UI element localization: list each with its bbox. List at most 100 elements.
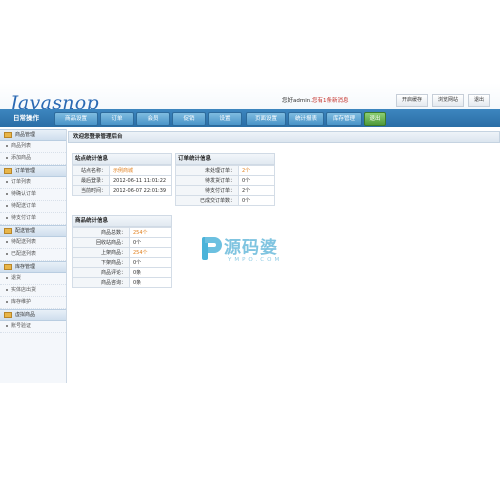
enable-cache-button[interactable]: 开启缓存 (396, 94, 429, 107)
folder-icon (4, 228, 12, 234)
bullet-icon (6, 216, 8, 219)
bullet-icon (6, 324, 8, 327)
table-row: 回收站商品： 0个 (72, 237, 172, 248)
sidebar: 商品管理 商品列表 添加商品 订单管理 订单列表 待确认订单 待配送订单 待支付… (0, 129, 67, 383)
table-row: 最后登录： 2012-06-11 11:01:22 (72, 175, 172, 186)
sidebar-item-label: 待支付订单 (11, 215, 37, 221)
sidebar-item-returns[interactable]: 退货 (0, 273, 66, 285)
sidebar-item-pending-payment[interactable]: 待支付订单 (0, 213, 66, 225)
order-stats-title: 订单统计信息 (175, 153, 275, 165)
table-row: 商品咨询： 0条 (72, 277, 172, 288)
watermark-logo-icon (202, 237, 222, 260)
table-row: 下架商品： 0个 (72, 257, 172, 268)
sidebar-item-label: 退货 (11, 275, 22, 281)
bullet-icon (6, 204, 8, 207)
sidebar-group-label: 商品管理 (15, 132, 36, 138)
last-login-value: 2012-06-11 11:01:22 (109, 175, 172, 186)
sidebar-item-delivered[interactable]: 已配送列表 (0, 249, 66, 261)
order-stats-panel: 订单统计信息 未处理订单： 2个 待发货订单： 0个 待支付订单： 2个 已成交订单数… (175, 153, 275, 206)
table-row: 站点名称： 示例商城 (72, 165, 172, 176)
order-stats-table: 未处理订单： 2个 待发货订单： 0个 待支付订单： 2个 已成交订单数： 0个 (175, 165, 275, 206)
nav-home[interactable]: 日常操作 (0, 109, 52, 127)
user-status: 您好admin.您有1条新消息 (282, 96, 349, 104)
on-shelf-value: 254个 (129, 247, 172, 258)
bullet-icon (6, 300, 8, 303)
unprocessed-orders-value: 2个 (238, 165, 275, 176)
main-nav: 日常操作 商品设置 订单 会员 促销 设置 页面设置 统计报表 库存管理 退出 (0, 109, 500, 127)
sidebar-item-label: 账号验证 (11, 323, 32, 329)
sidebar-item-add-goods[interactable]: 添加商品 (0, 153, 66, 165)
tab-exit[interactable]: 退出 (364, 112, 386, 126)
folder-icon (4, 132, 12, 138)
sidebar-item-order-list[interactable]: 订单列表 (0, 177, 66, 189)
row-label: 已成交订单数： (175, 195, 239, 206)
browse-site-button[interactable]: 浏览网站 (432, 94, 465, 107)
sidebar-item-label: 已配送列表 (11, 251, 37, 257)
sidebar-group-orders[interactable]: 订单管理 (0, 165, 66, 177)
bullet-icon (6, 288, 8, 291)
sidebar-item-goods-list[interactable]: 商品列表 (0, 141, 66, 153)
bullet-icon (6, 180, 8, 183)
table-row: 上架商品： 254个 (72, 247, 172, 258)
sidebar-item-pending-delivery[interactable]: 待配送订单 (0, 201, 66, 213)
sidebar-group-label: 订单管理 (15, 168, 36, 174)
tab-orders[interactable]: 订单 (100, 112, 134, 126)
top-button-group: 开启缓存 浏览网站 退出 (396, 94, 491, 107)
total-goods-value: 254个 (129, 227, 172, 238)
sidebar-item-stock-maintenance[interactable]: 库存维护 (0, 297, 66, 309)
sidebar-group-delivery[interactable]: 配送管理 (0, 225, 66, 237)
sidebar-group-virtual-goods[interactable]: 虚拟商品 (0, 309, 66, 321)
logout-button[interactable]: 退出 (468, 94, 491, 107)
tab-statistics[interactable]: 统计报表 (288, 112, 324, 126)
sidebar-group-label: 虚拟商品 (15, 312, 36, 318)
sidebar-item-label: 库存维护 (11, 299, 32, 305)
sidebar-item-to-deliver[interactable]: 待配送列表 (0, 237, 66, 249)
row-label: 未处理订单： (175, 165, 239, 176)
header: Javasnop 您好admin.您有1条新消息 开启缓存 浏览网站 退出 日常… (0, 83, 500, 127)
bullet-icon (6, 192, 8, 195)
goods-stats-title: 商品统计信息 (72, 215, 172, 227)
new-messages-link[interactable]: 您有1条新消息 (312, 98, 349, 104)
row-label: 当前时间： (72, 185, 110, 196)
goods-stats-panel: 商品统计信息 商品总数： 254个 回收站商品： 0个 上架商品： 254个 下架商品… (72, 215, 172, 288)
table-row: 商品总数： 254个 (72, 227, 172, 238)
sidebar-item-store-shipment[interactable]: 实体店出货 (0, 285, 66, 297)
table-row: 已成交订单数： 0个 (175, 195, 275, 206)
tab-settings[interactable]: 设置 (208, 112, 242, 126)
sidebar-group-label: 库存管理 (15, 264, 36, 270)
row-label: 下架商品： (72, 257, 130, 268)
sidebar-item-pending-confirm[interactable]: 待确认订单 (0, 189, 66, 201)
sidebar-item-label: 待配送列表 (11, 239, 37, 245)
sidebar-group-inventory[interactable]: 库存管理 (0, 261, 66, 273)
current-time-value: 2012-06-07 22:01:39 (109, 185, 172, 196)
tab-promotions[interactable]: 促销 (172, 112, 206, 126)
watermark-subtitle: YMPO.COM (228, 257, 283, 263)
bullet-icon (6, 276, 8, 279)
tab-members[interactable]: 会员 (136, 112, 170, 126)
sidebar-item-label: 商品列表 (11, 143, 32, 149)
folder-icon (4, 264, 12, 270)
row-label: 回收站商品： (72, 237, 130, 248)
watermark-title: 源码婆 (224, 238, 278, 258)
row-label: 待支付订单： (175, 185, 239, 196)
tab-page-settings[interactable]: 页面设置 (246, 112, 286, 126)
table-row: 商品评论： 0条 (72, 267, 172, 278)
sidebar-item-account-verify[interactable]: 账号验证 (0, 321, 66, 333)
row-label: 商品总数： (72, 227, 130, 238)
tab-inventory[interactable]: 库存管理 (326, 112, 362, 126)
table-row: 未处理订单： 2个 (175, 165, 275, 176)
bullet-icon (6, 144, 8, 147)
username: admin (293, 98, 311, 104)
sidebar-item-label: 添加商品 (11, 155, 32, 161)
recycle-bin-value: 0个 (129, 237, 172, 248)
reviews-value: 0条 (129, 267, 172, 278)
pending-payment-value: 2个 (238, 185, 275, 196)
row-label: 最后登录： (72, 175, 110, 186)
sidebar-item-label: 待配送订单 (11, 203, 37, 209)
inquiries-value: 0条 (129, 277, 172, 288)
bullet-icon (6, 156, 8, 159)
goods-stats-table: 商品总数： 254个 回收站商品： 0个 上架商品： 254个 下架商品： 0个 商品评… (72, 227, 172, 288)
greeting-text: 您好 (282, 98, 294, 104)
tab-goods-settings[interactable]: 商品设置 (54, 112, 98, 126)
sidebar-group-goods[interactable]: 商品管理 (0, 129, 66, 141)
